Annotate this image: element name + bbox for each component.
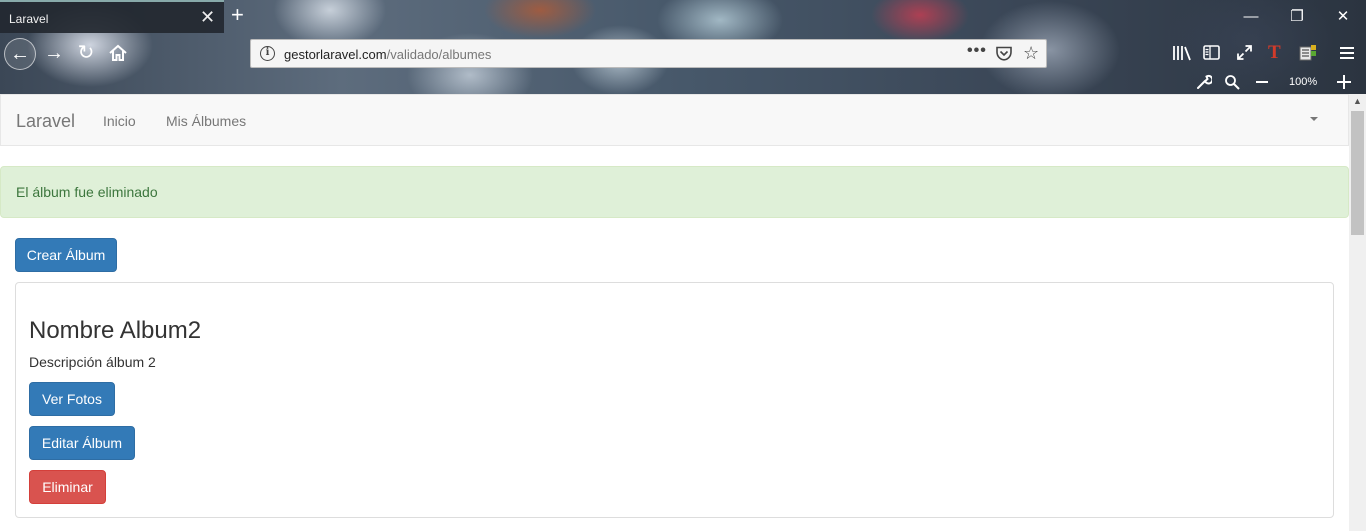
view-photos-button[interactable]: Ver Fotos — [29, 382, 115, 416]
album-card: Nombre Album2 Descripción álbum 2 Ver Fo… — [15, 282, 1334, 518]
info-icon[interactable]: i — [260, 46, 275, 61]
delete-album-button[interactable]: Eliminar — [29, 470, 106, 504]
magnifier-icon[interactable] — [1224, 74, 1240, 90]
back-arrow-icon[interactable]: ← — [4, 38, 36, 70]
new-tab-icon[interactable]: + — [231, 4, 244, 26]
success-alert: El álbum fue eliminado — [0, 166, 1349, 218]
url-path: /validado/albumes — [386, 47, 492, 62]
navbar-brand[interactable]: Laravel — [16, 111, 75, 132]
zoom-out-icon[interactable] — [1255, 80, 1269, 84]
browser-chrome: Laravel ✕ + — ❐ ✕ ← → ↻ i gestorlaravel.… — [0, 0, 1366, 94]
edit-album-button[interactable]: Editar Álbum — [29, 426, 135, 460]
create-album-button[interactable]: Crear Álbum — [15, 238, 117, 272]
fullscreen-icon[interactable] — [1236, 44, 1253, 61]
browser-tab[interactable]: Laravel ✕ — [0, 0, 224, 33]
wrench-icon[interactable] — [1196, 74, 1212, 90]
scroll-up-icon[interactable]: ▲ — [1353, 96, 1362, 106]
page-viewport: Laravel Inicio Mis Álbumes El álbum fue … — [0, 94, 1366, 531]
address-bar[interactable]: i gestorlaravel.com/validado/albumes •••… — [250, 39, 1047, 68]
restore-button[interactable]: ❐ — [1274, 4, 1320, 30]
url-domain: gestorlaravel.com — [284, 47, 387, 62]
close-window-button[interactable]: ✕ — [1320, 4, 1366, 30]
hamburger-menu-icon[interactable] — [1339, 46, 1355, 60]
dropdown-caret-icon[interactable] — [1310, 117, 1318, 121]
album-description: Descripción álbum 2 — [29, 354, 156, 370]
pocket-icon[interactable] — [996, 46, 1012, 61]
library-icon[interactable] — [1172, 45, 1192, 61]
sidebar-icon[interactable] — [1203, 45, 1221, 61]
zoom-level[interactable]: 100% — [1289, 76, 1317, 88]
reload-icon[interactable]: ↻ — [74, 40, 98, 66]
scrollbar-thumb[interactable] — [1351, 111, 1364, 235]
tab-close-icon[interactable]: ✕ — [200, 8, 215, 26]
extension-reader-icon[interactable] — [1299, 44, 1317, 62]
bookmark-star-icon[interactable]: ☆ — [1023, 43, 1039, 64]
extension-t-icon[interactable]: T — [1268, 42, 1281, 64]
tab-title: Laravel — [9, 12, 49, 26]
home-icon[interactable] — [106, 40, 130, 66]
zoom-in-icon[interactable] — [1336, 74, 1352, 90]
album-title: Nombre Album2 — [29, 317, 202, 344]
forward-arrow-icon[interactable]: → — [42, 40, 66, 66]
vertical-scrollbar[interactable]: ▲ — [1349, 94, 1366, 531]
nav-link-mis-albumes[interactable]: Mis Álbumes — [166, 113, 246, 129]
navbar: Laravel Inicio Mis Álbumes — [0, 94, 1349, 146]
alert-message: El álbum fue eliminado — [16, 184, 158, 200]
nav-link-inicio[interactable]: Inicio — [103, 113, 136, 129]
minimize-button[interactable]: — — [1228, 4, 1274, 30]
url-text: gestorlaravel.com/validado/albumes — [284, 47, 491, 62]
page-actions-icon[interactable]: ••• — [967, 42, 987, 60]
